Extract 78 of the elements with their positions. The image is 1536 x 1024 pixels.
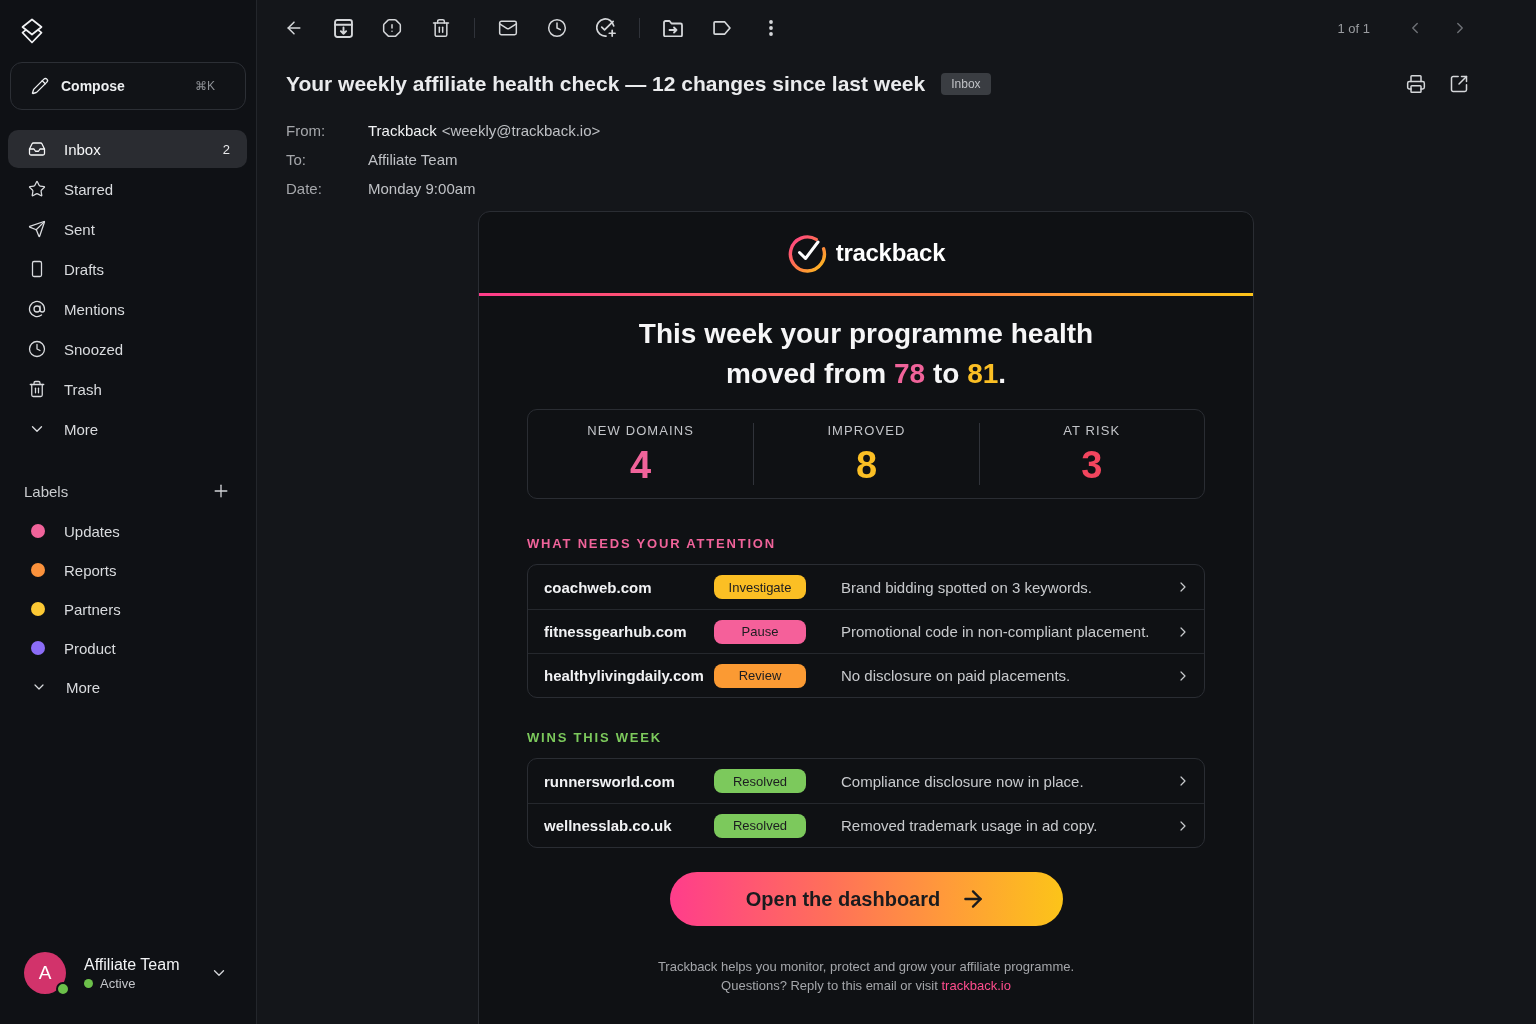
status-badge: Investigate [714, 575, 806, 599]
send-icon [28, 220, 46, 238]
nav-item[interactable]: Trash [8, 370, 247, 408]
trash-icon [28, 380, 46, 398]
section-heading: WINS THIS WEEK [527, 730, 663, 746]
nav-item[interactable]: Mentions [8, 290, 247, 328]
inbox-icon [28, 140, 46, 158]
email-subject: Your weekly affiliate health check — 12 changes since last week [286, 71, 926, 97]
sender-name: Trackback [368, 122, 437, 139]
label-item[interactable]: Product [8, 629, 247, 667]
nav-item[interactable]: Inbox 2 [8, 130, 247, 168]
footer-text: Trackback helps you monitor, protect and grow your affiliate programme. Questions? Reply to this email or visit trackback.io [656, 958, 1076, 995]
domain-text: wellnesslab.co.uk [544, 817, 673, 834]
issue-note: Promotional code in non-compliant placement. [841, 623, 1151, 640]
nav-item[interactable]: Starred [8, 170, 247, 208]
header-label: Date: [286, 180, 323, 197]
mail-icon [498, 18, 518, 38]
domain-text: runnersworld.com [544, 772, 676, 790]
issue-note: Compliance disclosure now in place. [841, 772, 1085, 790]
status-badge: Resolved [714, 813, 806, 838]
issue-note: Removed trademark usage in ad copy. [841, 817, 1099, 834]
section-heading: WHAT NEEDS YOUR ATTENTION [527, 536, 777, 552]
recipient-text: Affiliate Team [368, 151, 458, 168]
logo-icon [786, 232, 827, 273]
pencil-icon [31, 77, 49, 95]
star-icon [28, 180, 46, 198]
at-sign-icon [28, 300, 46, 318]
domain-text: fitnessgearhub.com [544, 623, 688, 640]
issue-note: Brand bidding spotted on 3 keywords. [841, 578, 1093, 596]
label-item[interactable]: Reports [8, 551, 247, 589]
labels-heading: Labels [24, 482, 69, 500]
printer-icon [1406, 74, 1426, 94]
label-item[interactable]: Partners [8, 590, 247, 628]
stat-value: 4 [630, 445, 652, 485]
header-label: From: [286, 122, 327, 139]
sender-address: <weekly@trackback.io> [441, 122, 601, 139]
logo-icon [20, 18, 44, 44]
stat-value: 8 [855, 445, 878, 485]
archive-icon [333, 18, 353, 38]
status-badge: Resolved [714, 769, 806, 793]
unread-count: 2 [222, 141, 230, 157]
shortcut-text: ⌘K [195, 79, 215, 93]
stat-label: IMPROVED [827, 423, 906, 439]
pager-text: 1 of 1 [1337, 20, 1370, 36]
account-status: Active [100, 975, 136, 991]
trash-icon [431, 18, 451, 38]
tag-icon [713, 21, 731, 35]
header-label: To: [286, 151, 307, 168]
status-badge: Pause [714, 619, 806, 644]
nav-item[interactable]: Drafts [8, 250, 247, 288]
clock-icon [547, 18, 567, 38]
stat-value: 3 [1081, 445, 1103, 485]
date-text: Monday 9:00am [368, 180, 476, 197]
folder-arrow-icon [663, 19, 683, 37]
nav-item[interactable]: Sent [8, 210, 247, 248]
folder-tag: Inbox [941, 73, 991, 95]
dashboard-button[interactable]: Open the dashboard [669, 872, 1063, 926]
alert-octagon-icon [382, 18, 402, 38]
check-plus-icon [596, 18, 616, 38]
footer-link[interactable]: trackback.io [941, 978, 1011, 993]
clock-icon [28, 340, 46, 358]
status-badge: Review [714, 663, 806, 688]
domain-text: coachweb.com [544, 578, 653, 596]
nav-item[interactable]: Snoozed [8, 330, 247, 368]
nav-item[interactable]: More [8, 410, 247, 448]
external-link-icon [1449, 74, 1469, 94]
issue-note: No disclosure on paid placements. [841, 667, 1072, 684]
stat-label: AT RISK [1063, 423, 1121, 439]
label-item[interactable]: Updates [8, 512, 247, 550]
stat-label: NEW DOMAINS [587, 423, 694, 439]
more-vertical-icon [769, 20, 773, 36]
avatar: A [24, 952, 66, 994]
headline: This week your programme health moved from 78 to 81. [637, 317, 1095, 391]
account-name: Affiliate Team [84, 955, 181, 974]
brand-wordmark: trackback [835, 238, 946, 267]
label-item[interactable]: More [8, 668, 247, 706]
compose-button[interactable]: Compose ⌘K [10, 62, 246, 110]
domain-text: healthylivingdaily.com [544, 667, 705, 684]
